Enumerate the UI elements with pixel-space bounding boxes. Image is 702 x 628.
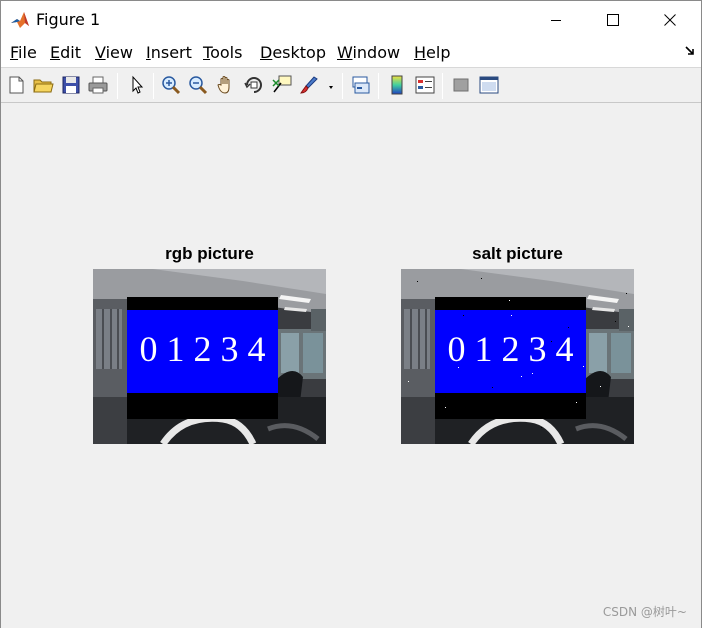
edit-plot-arrow-icon[interactable] (126, 74, 148, 96)
rotate-3d-icon[interactable] (243, 74, 265, 96)
digits-overlay-text: 0 1 2 3 4 (140, 329, 266, 369)
save-icon[interactable] (60, 74, 82, 96)
toolbar-separator (378, 73, 379, 99)
csdn-watermark: CSDN @树叶~ (602, 605, 687, 619)
title-bar[interactable]: Figure 1 (1, 1, 701, 39)
toolbar-separator (153, 73, 154, 99)
axes-title-rgb: rgb picture (165, 244, 254, 263)
figure-canvas: rgb picture 0 1 2 3 4 salt picture 0 1 2… (1, 104, 701, 628)
link-plot-icon[interactable] (350, 74, 372, 96)
new-figure-icon[interactable] (5, 74, 27, 96)
menu-desktop[interactable]: Desktop (260, 43, 326, 63)
office-photo-image: 0 1 2 3 4 (93, 269, 326, 444)
menu-insert[interactable]: Insert (146, 43, 192, 63)
zoom-out-icon[interactable] (187, 74, 209, 96)
matlab-logo-icon (10, 10, 30, 30)
menu-help[interactable]: Help (414, 43, 450, 63)
legend-icon[interactable] (414, 74, 436, 96)
maximize-button[interactable] (590, 1, 636, 39)
print-icon[interactable] (87, 74, 109, 96)
close-icon (664, 14, 676, 26)
close-button[interactable] (647, 1, 693, 39)
brush-icon[interactable] (298, 74, 320, 96)
dock-figure-icon[interactable] (685, 46, 695, 59)
window-title: Figure 1 (36, 10, 101, 29)
open-file-icon[interactable] (32, 74, 54, 96)
toolbar-separator (342, 73, 343, 99)
brush-dropdown-icon[interactable] (323, 74, 339, 96)
salt-picture-image[interactable]: 0 1 2 3 4 (401, 269, 634, 444)
menu-view[interactable]: View (95, 43, 133, 63)
axes-title-salt: salt picture (472, 244, 563, 263)
pan-hand-icon[interactable] (215, 74, 237, 96)
toolbar-separator (117, 73, 118, 99)
office-photo-noisy-image: 0 1 2 3 4 (401, 269, 634, 444)
zoom-in-icon[interactable] (160, 74, 182, 96)
digits-overlay-text: 0 1 2 3 4 (448, 329, 574, 369)
rgb-picture-image[interactable]: 0 1 2 3 4 (93, 269, 326, 444)
figure-toolbar (1, 67, 701, 103)
minimize-icon (551, 20, 561, 21)
colorbar-icon[interactable] (386, 74, 408, 96)
show-plot-tools-icon[interactable] (478, 74, 500, 96)
menu-window[interactable]: Window (337, 43, 400, 63)
menu-bar: File Edit View Insert Tools Desktop Wind… (1, 39, 701, 67)
maximize-icon (607, 14, 619, 26)
hide-plot-tools-icon[interactable] (450, 74, 472, 96)
toolbar-separator (442, 73, 443, 99)
menu-file[interactable]: File (10, 43, 37, 63)
menu-edit[interactable]: Edit (50, 43, 81, 63)
figure-window: Figure 1 File Edit View Insert Tools Des… (0, 0, 702, 628)
menu-tools[interactable]: Tools (203, 43, 242, 63)
data-cursor-icon[interactable] (271, 74, 293, 96)
minimize-button[interactable] (533, 1, 579, 39)
